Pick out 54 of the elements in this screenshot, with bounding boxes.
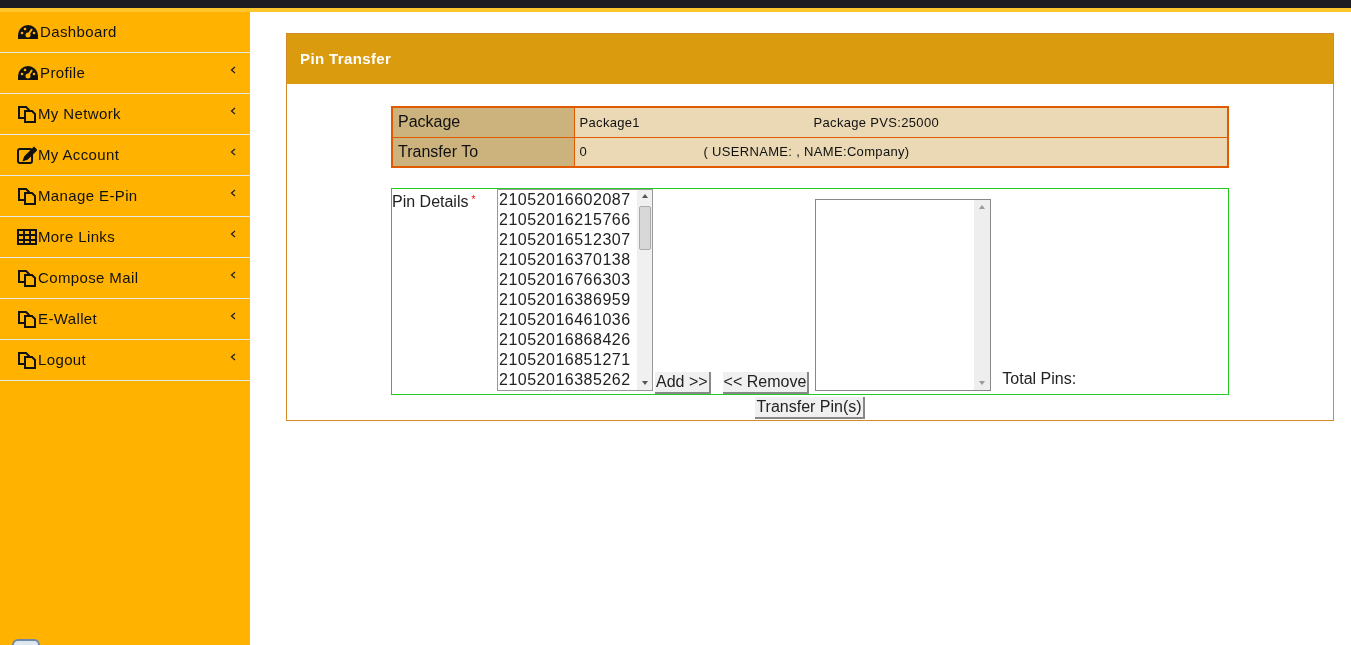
scroll-down-icon[interactable] [641,381,648,385]
pin-option[interactable]: 21052016370138 [498,250,637,270]
transfer-button[interactable]: Transfer Pin(s) [755,397,865,419]
pin-list[interactable]: 21052016602087 21052016215766 21052016512307 21052016370138 21052016766303 21052016386959 21052016461036 21052016868426 21052016851271 21052016385262 [497,189,653,391]
row-detail: Package PVS:25000 [813,113,939,132]
total-pins-label: Total Pins: [1002,369,1077,389]
field-label: Pin Details [392,192,469,212]
panel-header: Pin Transfer [287,34,1333,84]
pin-option[interactable]: 21052016851271 [498,350,637,370]
scroll-up-icon[interactable] [641,194,648,198]
chevron-left-icon [230,312,236,320]
add-button[interactable]: Add >> [655,372,711,394]
sidebar-item[interactable]: Profile [0,53,250,94]
row-value: 0 [579,143,589,161]
row-label: Package [392,107,574,137]
copy-icon [17,104,37,124]
sidebar-item[interactable]: My Account [0,135,250,176]
pin-option[interactable]: 21052016385262 [498,370,637,390]
chevron-left-icon [230,189,236,197]
pin-option[interactable]: 21052016766303 [498,270,637,290]
sidebar-item[interactable]: Dashboard [0,12,250,53]
pin-option[interactable]: 21052016215766 [498,210,637,230]
copy-icon [17,350,37,370]
sidebar-item[interactable]: Manage E-Pin [0,176,250,217]
required-mark: * [471,193,476,207]
row-value: Package1 [579,113,641,132]
pin-option[interactable]: 21052016868426 [498,330,637,350]
sidebar-item[interactable]: More Links [0,217,250,258]
chevron-left-icon [230,148,236,156]
chevron-left-icon [230,107,236,115]
pin-option[interactable]: 21052016512307 [498,230,637,250]
sidebar-item[interactable]: Logout [0,340,250,381]
sidebar-item[interactable]: Compose Mail [0,258,250,299]
remove-button[interactable]: << Remove [722,372,810,394]
scrollbar[interactable] [637,190,652,390]
pin-option[interactable]: 21052016461036 [498,310,637,330]
chevron-left-icon [230,66,236,74]
pin-option[interactable]: 21052016386959 [498,290,637,310]
gauge-icon [17,24,39,40]
sidebar-item[interactable]: E-Wallet [0,299,250,340]
sidebar-item[interactable]: My Network [0,94,250,135]
table-icon [17,229,37,245]
chevron-left-icon [230,271,236,279]
chevron-left-icon [230,353,236,361]
copy-icon [17,186,37,206]
chevron-left-icon [230,230,236,238]
edit-icon [17,146,37,164]
copy-icon [17,268,37,288]
row-label: Transfer To [392,137,574,167]
copy-icon [17,309,37,329]
row-detail: ( USERNAME: , NAME:Company) [703,143,910,161]
scroll-thumb[interactable] [638,206,651,250]
pin-option[interactable]: 21052016602087 [498,190,637,210]
gauge-icon [17,65,39,81]
